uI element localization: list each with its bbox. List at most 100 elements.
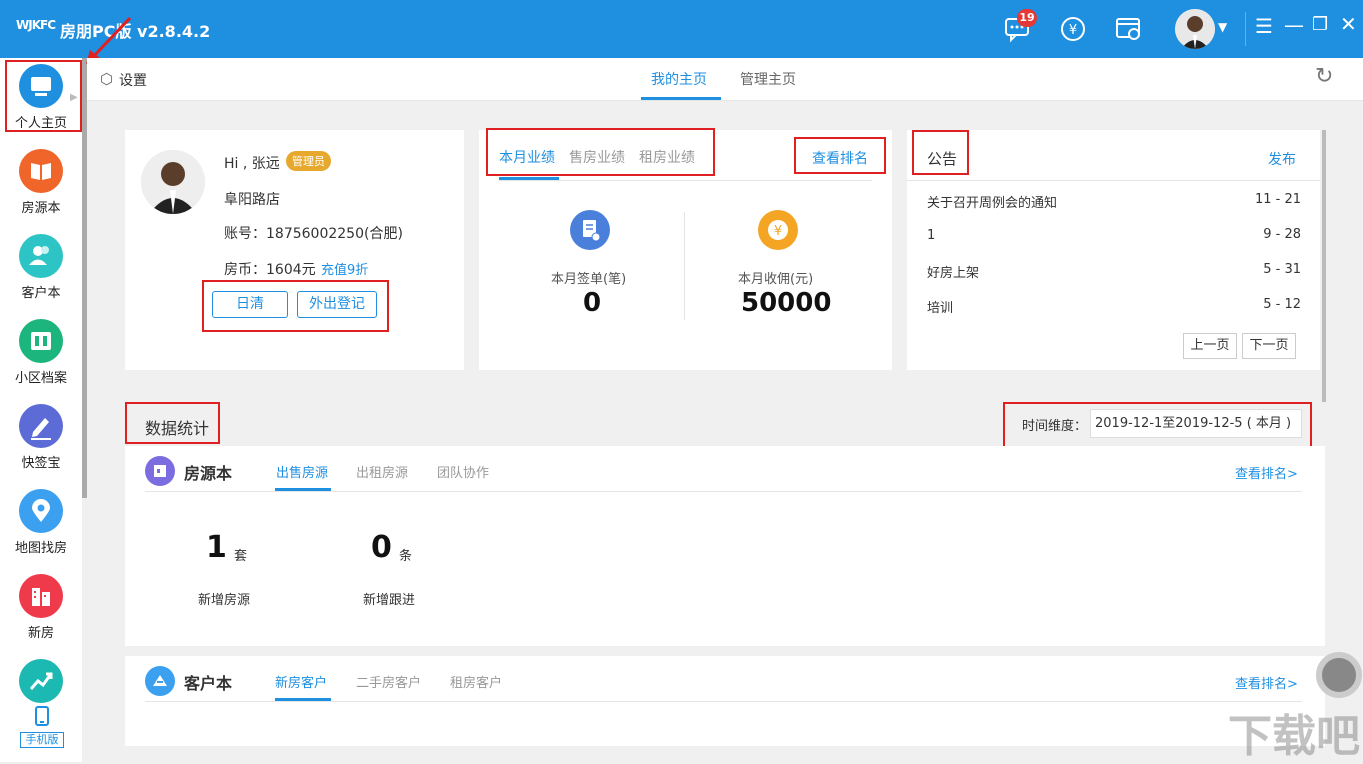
- recharge-link[interactable]: 充值9折: [321, 259, 368, 278]
- arrow-annotation: [86, 16, 132, 64]
- new-listing-count: 1: [206, 530, 227, 565]
- sign-value: 0: [583, 288, 602, 318]
- sidebar-item-label: 房源本: [21, 201, 61, 216]
- sidebar-item-listings[interactable]: 房源本: [0, 143, 82, 228]
- sidebar: 个人主页 ▶ 房源本 客户本 小区档案 快签宝 地图找房 新房 手机版: [0, 58, 82, 762]
- tab-my-home[interactable]: 我的主页: [651, 69, 707, 89]
- tab-rent-customers[interactable]: 租房客户: [450, 672, 502, 691]
- notice-item-title: 关于召开周例会的通知: [927, 196, 1058, 211]
- view-ranking-link[interactable]: 查看排名>: [1235, 463, 1298, 482]
- watermark-logo: 下载吧: [1228, 711, 1360, 762]
- settings-link[interactable]: 设置: [119, 70, 147, 90]
- refresh-icon[interactable]: ↻: [1315, 64, 1333, 89]
- title-bar: WJKFC 房朋PC版 v2.8.4.2 19 ¥ ▼ ☰ — ❐ ✕: [0, 0, 1363, 58]
- notice-item-date: 9 - 28: [1263, 227, 1301, 242]
- divider: [1245, 12, 1246, 46]
- notification-badge: 19: [1017, 9, 1037, 27]
- tab-for-sale[interactable]: 出售房源: [276, 462, 328, 481]
- sign-label: 本月签单(笔): [551, 272, 627, 287]
- sidebar-item-customers[interactable]: 客户本: [0, 228, 82, 313]
- active-tab-indicator: [641, 97, 721, 100]
- view-ranking-link[interactable]: 查看排名>: [1235, 673, 1298, 692]
- sidebar-scrollbar[interactable]: [82, 58, 87, 498]
- sidebar-item-label: 客户本: [21, 286, 61, 301]
- restore-icon[interactable]: ❐: [1312, 14, 1328, 35]
- customer-title: 客户本: [184, 674, 233, 693]
- sidebar-item-label: 新房: [27, 626, 54, 641]
- profile-avatar: [141, 150, 205, 214]
- building-icon: [19, 574, 63, 618]
- sidebar-item-map[interactable]: 地图找房: [0, 483, 82, 568]
- highlight-box: [912, 130, 969, 175]
- minimize-icon[interactable]: —: [1284, 13, 1304, 37]
- role-badge: 管理员: [286, 151, 331, 171]
- svg-text:¥: ¥: [774, 224, 782, 239]
- notice-item-title: 1: [927, 228, 936, 243]
- notice-item-date: 5 - 31: [1263, 262, 1301, 277]
- tab-manage-home[interactable]: 管理主页: [740, 69, 796, 89]
- divider: [684, 212, 685, 320]
- highlight-box: [202, 280, 389, 332]
- user-avatar[interactable]: [1175, 9, 1215, 49]
- settings-hex-icon[interactable]: ⬡: [100, 70, 113, 88]
- sidebar-item-label: 地图找房: [14, 541, 67, 556]
- yuan-refresh-icon[interactable]: ¥: [1058, 14, 1088, 44]
- next-page-button[interactable]: 下一页: [1242, 333, 1296, 359]
- divider: [499, 180, 872, 181]
- customer-stats-card: 客户本 新房客户 二手房客户 租房客户 查看排名>: [125, 656, 1325, 746]
- sidebar-item-newhouse[interactable]: 新房: [0, 568, 82, 653]
- chevron-down-icon[interactable]: ▼: [1218, 20, 1227, 34]
- close-icon[interactable]: ✕: [1340, 12, 1357, 36]
- notice-item-title: 培训: [927, 301, 954, 316]
- list-item[interactable]: 培训 5 - 12: [927, 297, 1301, 317]
- app-logo: WJKFC: [16, 18, 56, 32]
- sidebar-item-label: 小区档案: [14, 371, 67, 386]
- listing-icon: [145, 456, 175, 486]
- sidebar-item-community[interactable]: 小区档案: [0, 313, 82, 398]
- new-listing-label: 新增房源: [198, 593, 251, 608]
- prev-page-button[interactable]: 上一页: [1183, 333, 1237, 359]
- people-icon: [19, 234, 63, 278]
- new-followup-count: 0: [371, 530, 392, 565]
- commission-value: 50000: [741, 288, 832, 318]
- svg-text:¥: ¥: [1069, 23, 1077, 38]
- listing-title: 房源本: [184, 464, 233, 483]
- new-listing-unit: 套: [234, 549, 248, 564]
- coin-icon: ¥: [758, 210, 798, 250]
- notice-item-date: 11 - 21: [1254, 192, 1301, 207]
- location-icon: [19, 489, 63, 533]
- sidebar-item-trend[interactable]: [0, 653, 82, 703]
- highlight-box: [1003, 402, 1312, 449]
- mobile-version-label: 手机版: [20, 732, 64, 748]
- sidebar-item-sign[interactable]: 快签宝: [0, 398, 82, 483]
- sidebar-item-label: 快签宝: [21, 456, 61, 471]
- tab-second-hand-customers[interactable]: 二手房客户: [356, 672, 421, 691]
- tab-for-rent[interactable]: 出租房源: [356, 462, 408, 481]
- profile-card: Hi , 张远 管理员 阜阳路店 账号：18756002250(合肥) 房币：1…: [125, 130, 464, 370]
- mobile-version-button[interactable]: 手机版: [20, 706, 64, 752]
- settings-window-icon[interactable]: [1114, 14, 1144, 44]
- floating-action-button[interactable]: [1316, 652, 1362, 698]
- phone-icon: [35, 706, 49, 726]
- main-scrollbar[interactable]: [1322, 130, 1326, 402]
- new-followup-unit: 条: [399, 549, 413, 564]
- store-name: 阜阳路店: [224, 192, 280, 208]
- list-item[interactable]: 好房上架 5 - 31: [927, 262, 1301, 282]
- contract-icon: [570, 210, 610, 250]
- highlight-box: [5, 60, 82, 132]
- divider: [145, 491, 1302, 492]
- list-item[interactable]: 关于召开周例会的通知 11 - 21: [927, 192, 1301, 212]
- publish-link[interactable]: 发布: [1268, 149, 1296, 169]
- list-item[interactable]: 1 9 - 28: [927, 227, 1301, 247]
- highlight-box: [125, 402, 220, 444]
- tab-team[interactable]: 团队协作: [437, 462, 489, 481]
- tab-new-house-customers[interactable]: 新房客户: [275, 672, 327, 691]
- pen-icon: [19, 404, 63, 448]
- customer-icon: [145, 666, 175, 696]
- menu-icon[interactable]: ☰: [1255, 14, 1273, 38]
- notice-item-title: 好房上架: [927, 266, 980, 281]
- highlight-box: [486, 128, 715, 176]
- top-bar: ⬡ 设置 我的主页 管理主页 ↻: [87, 58, 1363, 101]
- account-info: 账号：18756002250(合肥): [224, 226, 403, 242]
- new-followup-label: 新增跟进: [363, 593, 416, 608]
